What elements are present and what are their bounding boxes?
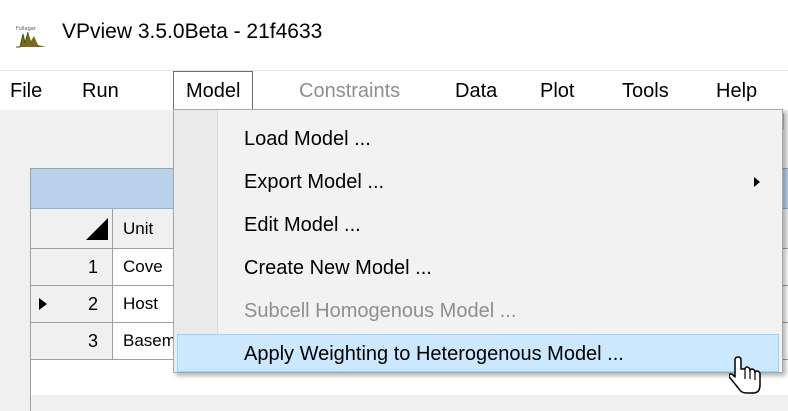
row-number: 2	[87, 294, 98, 314]
menu-help[interactable]: Help	[716, 71, 757, 111]
row-header[interactable]: 3	[31, 323, 113, 359]
menu-item-label: Create New Model ...	[244, 257, 432, 279]
menu-model[interactable]: Model	[173, 71, 254, 111]
row-header[interactable]: 2	[31, 286, 113, 322]
menu-tools[interactable]: Tools	[622, 71, 669, 111]
unit-cell[interactable]: Host	[123, 286, 158, 322]
row-header[interactable]: 1	[31, 249, 113, 285]
menu-item-label: Subcell Homogenous Model ...	[244, 300, 517, 322]
menu-item-edit-model[interactable]: Edit Model ...	[174, 206, 782, 244]
app-logo-icon: Fullagar	[14, 24, 48, 48]
menu-item-subcell-homogenous-model: Subcell Homogenous Model ...	[174, 292, 782, 330]
unit-cell[interactable]: Cove	[123, 249, 163, 285]
mouse-pointer-icon	[729, 356, 761, 394]
menu-item-label: Edit Model ...	[244, 214, 361, 236]
menu-item-load-model[interactable]: Load Model ...	[174, 120, 782, 158]
column-header-unit[interactable]: Unit	[123, 209, 153, 249]
row-number: 1	[87, 257, 98, 277]
window-title: VPview 3.5.0Beta - 21f4633	[62, 20, 323, 43]
menu-data[interactable]: Data	[455, 71, 497, 111]
grid-empty-area	[31, 395, 788, 411]
title-bar: Fullagar VPview 3.5.0Beta - 21f4633	[0, 0, 788, 70]
menu-item-label: Apply Weighting to Heterogenous Model ..…	[244, 343, 624, 365]
menu-item-label: Load Model ...	[244, 128, 371, 150]
current-row-icon	[39, 298, 47, 310]
row-number: 3	[87, 331, 98, 351]
unit-cell[interactable]: Basem	[123, 323, 176, 359]
menu-item-export-model[interactable]: Export Model ...	[174, 163, 782, 201]
menu-run[interactable]: Run	[82, 71, 119, 111]
select-all-corner[interactable]	[31, 209, 113, 249]
svg-text:Fullagar: Fullagar	[16, 26, 37, 32]
menu-plot[interactable]: Plot	[540, 71, 574, 111]
model-dropdown-menu: Load Model ... Export Model ... Edit Mod…	[173, 109, 783, 373]
menu-constraints: Constraints	[299, 80, 401, 102]
menu-item-create-new-model[interactable]: Create New Model ...	[174, 249, 782, 287]
menu-item-label: Export Model ...	[244, 171, 385, 193]
menu-bar: File Run Model Constraints Data Plot Too…	[0, 70, 788, 111]
select-all-icon	[86, 218, 108, 240]
menu-file[interactable]: File	[10, 71, 42, 111]
chevron-right-icon	[754, 177, 760, 187]
menu-item-apply-weighting[interactable]: Apply Weighting to Heterogenous Model ..…	[177, 334, 779, 372]
